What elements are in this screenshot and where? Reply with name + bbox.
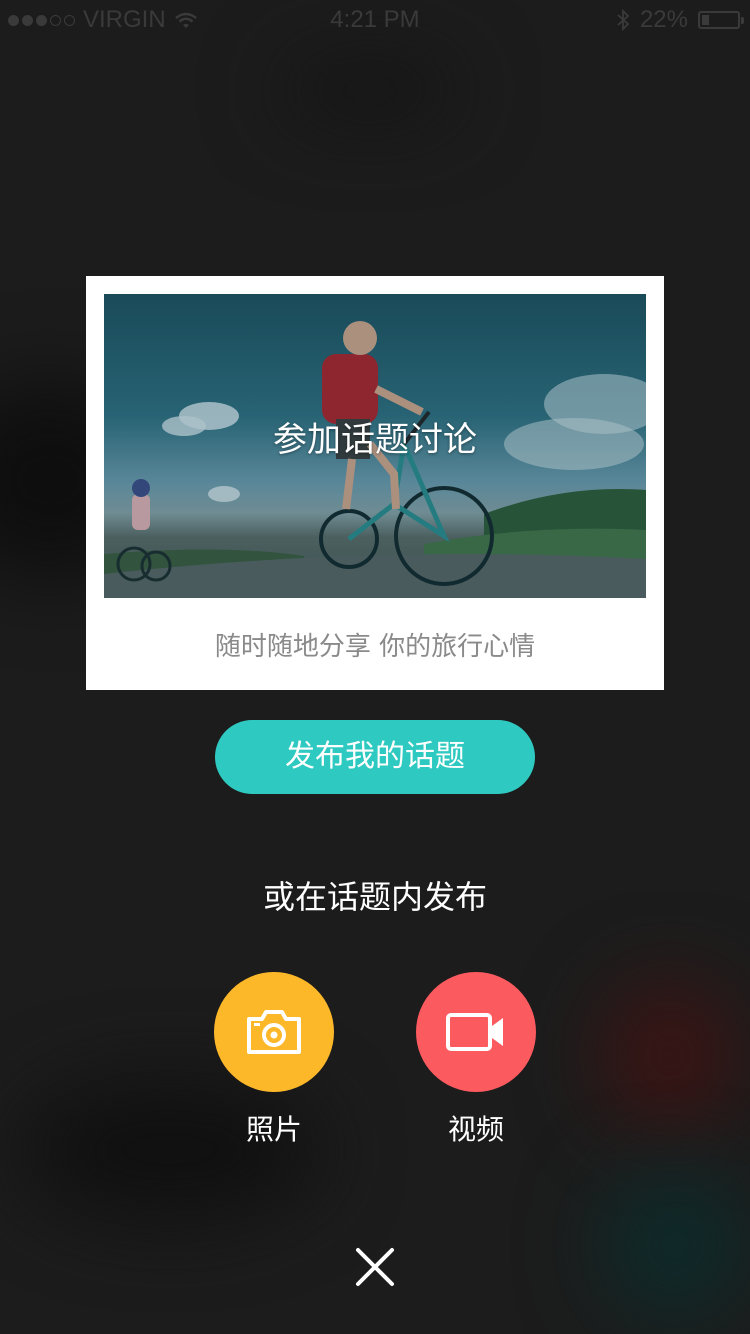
publish-topic-button[interactable]: 发布我的话题: [215, 720, 535, 794]
or-publish-in-topic-label: 或在话题内发布: [262, 878, 487, 916]
card-image-title: 参加话题讨论: [273, 420, 477, 460]
photo-action-button[interactable]: 照片: [214, 972, 334, 1148]
video-label: 视频: [447, 1113, 504, 1146]
topic-card[interactable]: 参加话题讨论 随时随地分享 你的旅行心情: [86, 276, 664, 690]
topic-cover-image: 参加话题讨论: [104, 294, 646, 598]
battery-icon: [698, 11, 744, 29]
photo-label: 照片: [245, 1113, 302, 1146]
photo-circle[interactable]: [214, 972, 334, 1092]
status-bar: VIRGIN 4:21 PM 22%: [0, 0, 750, 40]
video-action-button[interactable]: 视频: [416, 972, 536, 1148]
background-blur: [280, 60, 460, 120]
background-blur: [600, 1170, 750, 1320]
card-subtitle: 随时随地分享 你的旅行心情: [214, 632, 536, 662]
status-bar-right: 22%: [616, 6, 744, 34]
screen: VIRGIN 4:21 PM 22% 参加话题讨论 随时随地分享 你的旅行心情 …: [0, 0, 750, 1334]
video-camera-icon: [446, 1013, 503, 1051]
close-icon: [356, 1248, 394, 1286]
battery-percent: 22%: [639, 6, 688, 33]
bluetooth-icon: [617, 9, 630, 31]
close-button[interactable]: [350, 1242, 400, 1292]
background-blur: [600, 980, 740, 1130]
camera-icon: [247, 1010, 301, 1054]
video-circle[interactable]: [416, 972, 536, 1092]
